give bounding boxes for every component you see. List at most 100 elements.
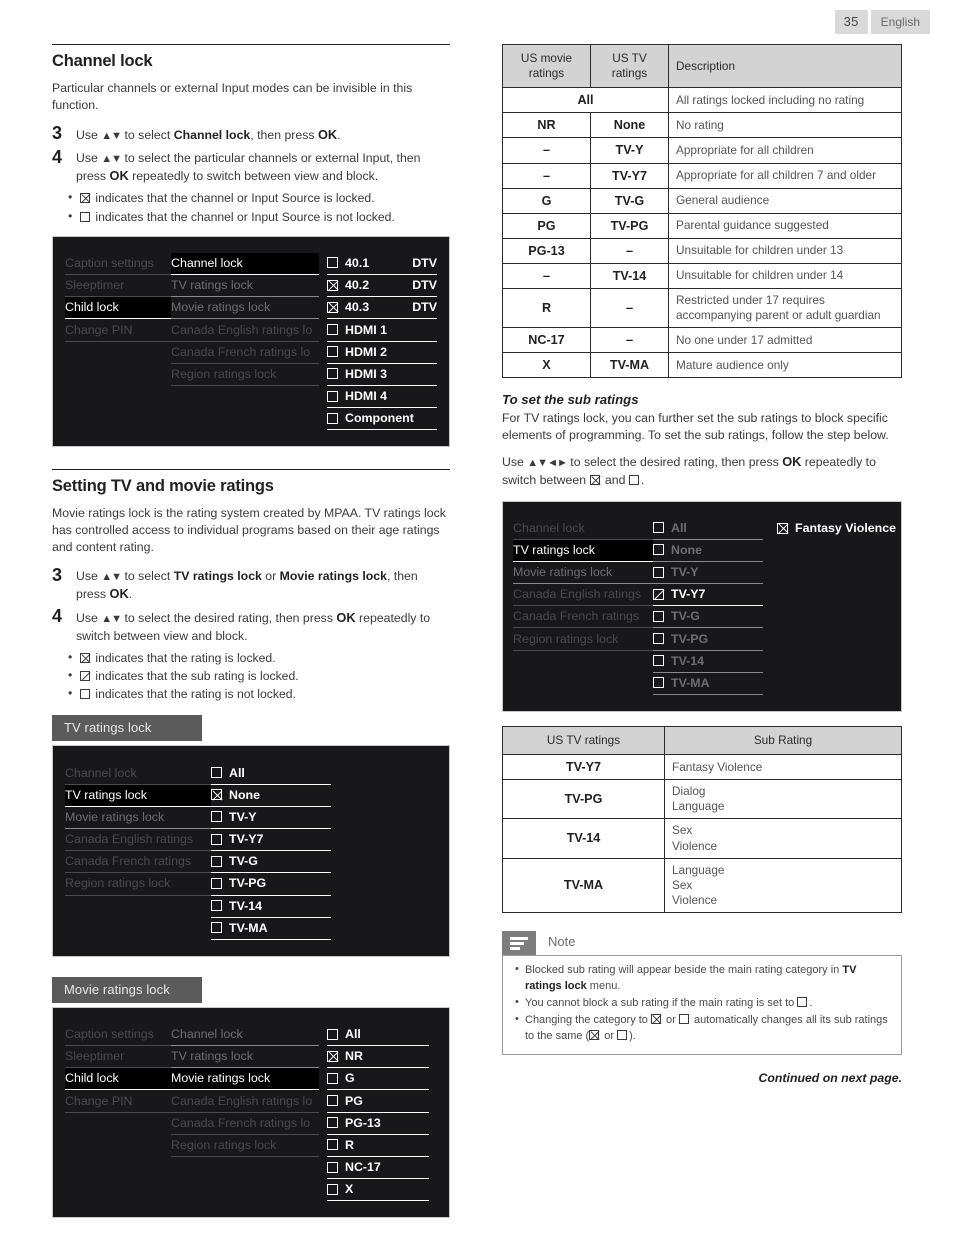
checkbox-icon[interactable] xyxy=(327,412,338,424)
osd-option-row[interactable]: R xyxy=(327,1135,429,1158)
osd-menu-item[interactable]: Child lock xyxy=(65,297,171,320)
osd-option-row[interactable]: NR xyxy=(327,1046,429,1069)
checkbox-icon[interactable] xyxy=(327,1050,338,1062)
checkbox-icon[interactable] xyxy=(653,522,664,534)
osd-option-row[interactable]: None xyxy=(653,540,763,562)
osd-option-row[interactable]: TV-G xyxy=(211,851,331,874)
checkbox-icon[interactable] xyxy=(653,610,664,622)
osd-menu-item[interactable]: Channel lock xyxy=(65,762,211,785)
osd-option-row[interactable]: TV-G xyxy=(653,606,763,629)
osd-option-row[interactable]: NC-17 xyxy=(327,1157,429,1180)
osd-menu-item[interactable]: Canada English ratings xyxy=(513,584,653,607)
osd-option-row[interactable]: 40.3 DTV xyxy=(327,297,437,320)
osd-menu-item[interactable]: Child lock xyxy=(65,1068,171,1091)
checkbox-icon[interactable] xyxy=(211,877,222,889)
checkbox-icon[interactable] xyxy=(327,301,338,313)
checkbox-icon[interactable] xyxy=(327,1095,338,1107)
checkbox-icon[interactable] xyxy=(653,633,664,645)
osd-menu-item[interactable]: Channel lock xyxy=(171,252,319,276)
checkbox-icon[interactable] xyxy=(653,566,664,578)
checkbox-icon[interactable] xyxy=(211,811,222,823)
osd-option-row[interactable]: TV-PG xyxy=(653,628,763,651)
osd-option-row[interactable]: TV-Y xyxy=(653,562,763,585)
osd-option-row[interactable]: HDMI 1 xyxy=(327,319,437,342)
osd-menu-item[interactable]: Movie ratings lock xyxy=(171,297,319,320)
osd-option-row[interactable]: TV-14 xyxy=(653,651,763,673)
osd-menu-item[interactable]: Channel lock xyxy=(171,1024,319,1047)
osd-option-row[interactable]: TV-PG xyxy=(211,873,331,896)
checkbox-icon[interactable] xyxy=(327,1117,338,1129)
osd-menu-item[interactable]: Sleeptimer xyxy=(65,1046,171,1069)
osd-option-row[interactable]: HDMI 2 xyxy=(327,342,437,364)
checkbox-icon[interactable] xyxy=(211,789,222,801)
osd-option-row[interactable]: PG xyxy=(327,1090,429,1113)
osd-option-row[interactable]: TV-Y xyxy=(211,807,331,829)
osd-option-row[interactable]: TV-MA xyxy=(653,673,763,696)
osd-menu-item[interactable]: Sleeptimer xyxy=(65,275,171,298)
osd-menu-item[interactable]: Canada English ratings xyxy=(65,829,211,852)
osd-menu-item[interactable]: Movie ratings lock xyxy=(171,1068,319,1091)
osd-option-row[interactable]: 40.1 DTV xyxy=(327,253,437,276)
checkbox-icon[interactable] xyxy=(211,855,222,867)
osd-option-row[interactable]: TV-Y7 xyxy=(211,829,331,852)
osd-menu-item[interactable]: Movie ratings lock xyxy=(513,562,653,585)
osd-option-row[interactable]: All xyxy=(327,1024,429,1047)
osd-option-row[interactable]: Component xyxy=(327,408,437,431)
osd-option-row[interactable]: G xyxy=(327,1068,429,1091)
checkbox-icon[interactable] xyxy=(327,1072,338,1084)
checkbox-icon[interactable] xyxy=(327,390,338,402)
osd-menu-item[interactable]: Caption settings xyxy=(65,1024,171,1047)
osd-option-row[interactable]: All xyxy=(211,762,331,785)
checkbox-icon[interactable] xyxy=(327,324,338,335)
osd-option-row[interactable]: TV-14 xyxy=(211,896,331,918)
osd-menu-item[interactable]: TV ratings lock xyxy=(171,275,319,298)
checkbox-icon[interactable] xyxy=(327,1183,338,1195)
osd-menu-item[interactable]: Canada French ratings lo xyxy=(171,342,319,364)
checkbox-icon[interactable] xyxy=(327,279,338,291)
osd-option-row[interactable]: HDMI 4 xyxy=(327,386,437,409)
checkbox-icon[interactable] xyxy=(327,368,338,380)
checkbox-icon[interactable] xyxy=(653,588,664,600)
osd-menu-item[interactable]: Region ratings lock xyxy=(65,873,211,896)
checkbox-icon[interactable] xyxy=(327,1028,338,1040)
osd-menu-item[interactable]: Change PIN xyxy=(65,319,171,342)
osd-option-row[interactable]: 40.2 DTV xyxy=(327,275,437,298)
checkbox-icon[interactable] xyxy=(653,544,664,556)
osd-menu-item[interactable]: Movie ratings lock xyxy=(65,807,211,829)
checkbox-icon[interactable] xyxy=(211,922,222,934)
column-header: US TV ratings xyxy=(590,43,669,89)
osd-option-row[interactable]: X xyxy=(327,1179,429,1202)
checkbox-icon[interactable] xyxy=(327,257,338,269)
osd-option-row[interactable]: PG-13 xyxy=(327,1113,429,1135)
checkbox-icon[interactable] xyxy=(211,833,222,845)
osd-option-row[interactable]: HDMI 3 xyxy=(327,364,437,386)
osd-menu-item[interactable]: Canada English ratings lo xyxy=(171,319,319,342)
osd-menu-item[interactable]: Change PIN xyxy=(65,1090,171,1113)
osd-sub-rating-row[interactable]: Fantasy Violence xyxy=(777,518,896,540)
checkbox-icon[interactable] xyxy=(327,346,338,358)
checkbox-icon[interactable] xyxy=(327,1161,338,1173)
osd-menu-item[interactable]: Region ratings lock xyxy=(171,364,319,386)
checkbox-icon[interactable] xyxy=(211,900,222,912)
osd-menu-item[interactable]: TV ratings lock xyxy=(171,1046,319,1069)
osd-menu-item[interactable]: Canada French ratings xyxy=(65,851,211,874)
checkbox-icon[interactable] xyxy=(777,522,788,534)
osd-menu-item[interactable]: Canada English ratings lo xyxy=(171,1090,319,1113)
checkbox-icon[interactable] xyxy=(211,767,222,779)
checkbox-icon[interactable] xyxy=(327,1139,338,1151)
osd-option-row[interactable]: All xyxy=(653,518,763,540)
cell-description: All ratings locked including no rating xyxy=(668,87,902,114)
osd-menu-item[interactable]: Canada French ratings lo xyxy=(171,1113,319,1135)
osd-menu-item[interactable]: TV ratings lock xyxy=(65,784,211,807)
osd-menu-item[interactable]: Channel lock xyxy=(513,518,653,540)
osd-menu-item[interactable]: TV ratings lock xyxy=(513,539,653,562)
checkbox-icon[interactable] xyxy=(653,655,664,667)
osd-option-row[interactable]: TV-MA xyxy=(211,918,331,940)
osd-menu-item[interactable]: Region ratings lock xyxy=(171,1135,319,1158)
osd-menu-item[interactable]: Canada French ratings xyxy=(513,606,653,629)
osd-option-row[interactable]: None xyxy=(211,785,331,807)
osd-option-row[interactable]: TV-Y7 xyxy=(653,584,763,607)
checkbox-icon[interactable] xyxy=(653,677,664,689)
osd-menu-item[interactable]: Region ratings lock xyxy=(513,628,653,651)
osd-menu-item[interactable]: Caption settings xyxy=(65,253,171,276)
